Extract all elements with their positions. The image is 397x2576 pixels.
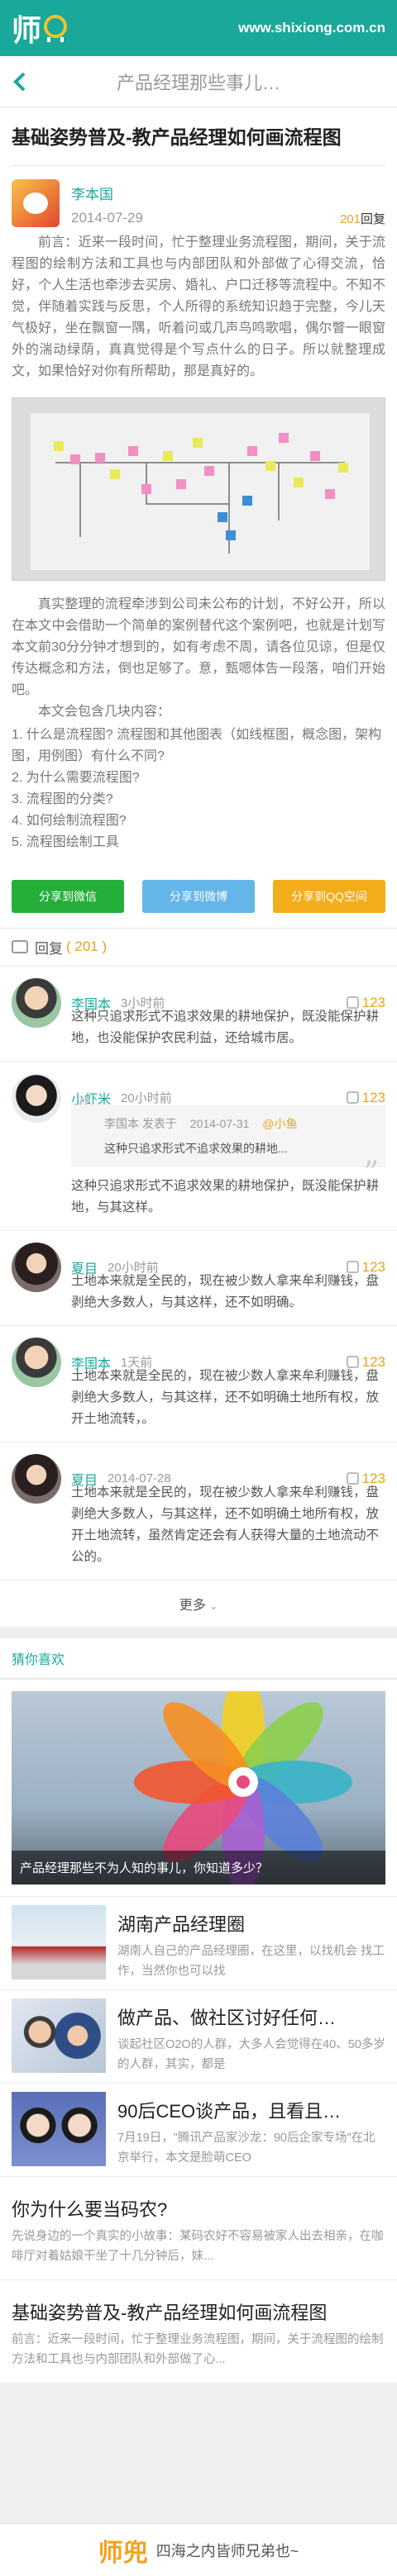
- comment-item: 李国本 3小时前 123 这种只追求形式不追求效果的耕地保护，既没能保护耕地，也…: [0, 965, 397, 1061]
- share-row: 分享到微信 分享到微博 分享到QQ空间: [0, 864, 397, 928]
- reply-count-number: 201: [339, 211, 361, 226]
- recommendation-desc: 先说身边的一个真实的小故事：某码农好不容易被家人出去相亲，在咖啡厅对着姑娘干坐了…: [12, 2229, 384, 2263]
- article-title: 基础姿势普及-教产品经理如何画流程图: [12, 107, 385, 166]
- comment-text: 土地本来就是全民的，现在被少数人拿来牟利赚钱，盘剥绝大多数人，与其这样，还不如明…: [71, 1485, 380, 1564]
- recommendation-title: 基础姿势普及-教产品经理如何画流程图: [12, 2302, 328, 2323]
- recommendation-item[interactable]: 90后CEO谈产品，且看且… 7月19日，"腾讯产品家沙龙：90后企家专场"在北…: [0, 2082, 397, 2176]
- author-row: 李本国 2014-07-29 201回复: [12, 166, 385, 232]
- recommendation-title: 湖南产品经理圈: [117, 1913, 246, 1935]
- article: 基础姿势普及-教产品经理如何画流程图 李本国 2014-07-29 201回复 …: [0, 107, 397, 865]
- comment-item: 李国本 1天前 123 土地本来就是全民的，现在被少数人拿来牟利赚钱，盘剥绝大多…: [0, 1324, 397, 1442]
- comment-body: “ 李国本 发表于 2014-07-31 @小鱼 这种只追求形式不追求效果的耕地…: [71, 1095, 385, 1219]
- commenter-avatar[interactable]: [12, 1242, 61, 1292]
- share-weibo-button[interactable]: 分享到微博: [142, 879, 255, 913]
- toc-item: 5. 流程图绘制工具: [12, 834, 119, 849]
- comment-list: 李国本 3小时前 123 这种只追求形式不追求效果的耕地保护，既没能保护耕地，也…: [0, 965, 397, 1627]
- page: 师 www.shixiong.com.cn 产品经理那些事儿… 基础姿势普及-教…: [0, 0, 397, 2576]
- recommendation-title: 你为什么要当码农?: [12, 2198, 168, 2220]
- footer: 师兜 四海之内皆师兄弟也~: [0, 2523, 397, 2576]
- share-qq-button[interactable]: 分享到QQ空间: [273, 879, 385, 913]
- recommendation-title: 做产品、做社区讨好任何…: [117, 2007, 337, 2028]
- nav-title: 产品经理那些事儿…: [116, 72, 280, 93]
- share-wechat-button[interactable]: 分享到微信: [12, 879, 124, 913]
- toc-item: 4. 如何绘制流程图?: [12, 813, 127, 828]
- article-paragraph: 前言：近来一段时间，忙于整理业务流程图，期间，关于流程图的绘制方法和工具也与内部…: [12, 235, 385, 378]
- author-name[interactable]: 李本国: [71, 183, 385, 203]
- like-count: 123: [361, 1089, 385, 1105]
- commenter-avatar[interactable]: [12, 977, 61, 1028]
- recommendation-text-item[interactable]: 你为什么要当码农? 先说身边的一个真实的小故事：某码农好不容易被家人出去相亲，在…: [0, 2175, 397, 2279]
- comment-item: 夏目 20小时前 123 土地本来就是全民的，现在被少数人拿来牟利赚钱，盘剥绝大…: [0, 1229, 397, 1325]
- site-logo[interactable]: 师: [12, 7, 69, 50]
- quote-author: 李国本 发表于: [104, 1116, 177, 1130]
- toc-item: 3. 流程图的分类?: [12, 791, 113, 806]
- comment-text: 这种只追求形式不追求效果的耕地保护，既没能保护耕地，与其这样。: [71, 1178, 380, 1214]
- recommendation-desc: 谈起社区O2O的人群，大多人会觉得在40、50多岁的人群，其实，都是: [117, 2037, 385, 2071]
- more-comments-button[interactable]: 更多 ⌄: [0, 1579, 397, 1627]
- featured-recommendation[interactable]: 产品经理那些不为人知的事儿，你知道多少？: [12, 1690, 385, 1884]
- footer-slogan: 四海之内皆师兄弟也~: [155, 2542, 299, 2559]
- comment-text: 土地本来就是全民的，现在被少数人拿来牟利赚钱，盘剥绝大多数人，与其这样，还不如明…: [71, 1368, 380, 1426]
- commenter-avatar[interactable]: [12, 1072, 61, 1123]
- quote-date: 2014-07-31: [189, 1116, 250, 1130]
- toc-item: 1. 什么是流程图? 流程图和其他图表（如线框图，概念图，架构图，用例图）有什么…: [12, 727, 382, 763]
- commenter-avatar[interactable]: [12, 1453, 61, 1504]
- recommendation-thumbnail: [12, 2091, 106, 2166]
- flowchart-sketch: [54, 432, 348, 554]
- article-image: [12, 397, 385, 581]
- recommendation-thumbnail: [12, 1904, 106, 1980]
- reply-count-suffix: 回复: [360, 211, 385, 226]
- reply-label: 回复: [35, 940, 63, 957]
- quote-mark-icon: ”: [363, 1155, 379, 1190]
- reply-total: ( 201 ): [66, 939, 108, 955]
- like-button[interactable]: 123: [346, 1089, 385, 1106]
- quote-mark-icon: “: [76, 1092, 92, 1127]
- recommendation-title: 90后CEO谈产品，且看且…: [117, 2100, 342, 2122]
- author-info: 李本国 2014-07-29 201回复: [71, 179, 385, 227]
- recommendation-desc: 7月19日，"腾讯产品家沙龙：90后企家专场"在北京举行，本文是脸萌CEO: [117, 2131, 375, 2165]
- top-bar: 师 www.shixiong.com.cn: [0, 0, 397, 56]
- recommendations: 猜你喜欢 产品经理那些不为人知的事儿，你知道多少？ 湖南产品经理圈 湖南人自己的…: [0, 1637, 397, 2383]
- comment-item: 小虾米 20小时前 123 “ 李国本 发表于 2014-07-31 @小鱼 这…: [0, 1060, 397, 1230]
- reply-bubble-icon: [12, 940, 28, 954]
- recommendation-thumbnail: [12, 1998, 106, 2073]
- article-meta: 2014-07-29 201回复: [71, 210, 385, 227]
- recommendation-item[interactable]: 湖南产品经理圈 湖南人自己的产品经理圈，在这里，以找机会 找工作，当然你也可以找: [0, 1895, 397, 1989]
- toc-item: 2. 为什么需要流程图?: [12, 770, 140, 785]
- back-arrow-icon[interactable]: [12, 69, 28, 94]
- article-paragraph: 真实整理的流程牵涉到公司未公布的计划，不好公开，所以在本文中会借助一个简单的案例…: [12, 596, 385, 697]
- article-reply-count[interactable]: 201回复: [340, 210, 385, 227]
- author-avatar[interactable]: [12, 178, 60, 227]
- article-date: 2014-07-29: [71, 209, 143, 226]
- quote-text: 这种只追求形式不追求效果的耕地...: [104, 1141, 288, 1155]
- thumbs-up-icon: [346, 1091, 359, 1105]
- whiteboard-illustration: [31, 412, 370, 570]
- commenter-avatar[interactable]: [12, 1337, 61, 1387]
- reply-header: 回复 ( 201 ): [0, 927, 397, 966]
- site-url[interactable]: www.shixiong.com.cn: [238, 20, 385, 36]
- chevron-down-icon: ⌄: [209, 1599, 218, 1612]
- recommendation-desc: 湖南人自己的产品经理圈，在这里，以找机会 找工作，当然你也可以找: [117, 1944, 385, 1978]
- toc-intro: 本文会包含几块内容：: [38, 704, 171, 719]
- comment-text: 这种只追求形式不追求效果的耕地保护，既没能保护耕地，也没能保护农民利益，还给城市…: [71, 1009, 380, 1045]
- recommendations-title: 猜你喜欢: [0, 1638, 397, 1680]
- quote-mention[interactable]: @小鱼: [262, 1117, 297, 1130]
- comment-text: 土地本来就是全民的，现在被少数人拿来牟利赚钱，盘剥绝大多数人，与其这样，还不如明…: [71, 1273, 380, 1309]
- quote-meta: 李国本 发表于 2014-07-31 @小鱼: [83, 1113, 374, 1134]
- logo-text: 师: [12, 13, 42, 47]
- nav-bar: 产品经理那些事儿…: [0, 56, 397, 107]
- recommendation-item[interactable]: 做产品、做社区讨好任何… 谈起社区O2O的人群，大多人会觉得在40、50多岁的人…: [0, 1989, 397, 2083]
- comment-item: 夏目 2014-07-28 123 土地本来就是全民的，现在被少数人拿来牟利赚钱…: [0, 1441, 397, 1580]
- featured-caption: 产品经理那些不为人知的事儿，你知道多少？: [12, 1850, 385, 1884]
- quoted-comment: “ 李国本 发表于 2014-07-31 @小鱼 这种只追求形式不追求效果的耕地…: [71, 1095, 385, 1187]
- logo-mark-icon: [44, 15, 68, 42]
- footer-logo[interactable]: 师兜: [98, 2532, 148, 2569]
- recommendation-desc: 前言：近来一段时间，忙于整理业务流程图，期间，关于流程图的绘制方法和工具也与内部…: [12, 2332, 384, 2366]
- table-of-contents: 1. 什么是流程图? 流程图和其他图表（如线框图，概念图，架构图，用例图）有什么…: [12, 725, 385, 853]
- more-label: 更多: [179, 1598, 206, 1613]
- recommendation-text-item[interactable]: 基础姿势普及-教产品经理如何画流程图 前言：近来一段时间，忙于整理业务流程图，期…: [0, 2279, 397, 2383]
